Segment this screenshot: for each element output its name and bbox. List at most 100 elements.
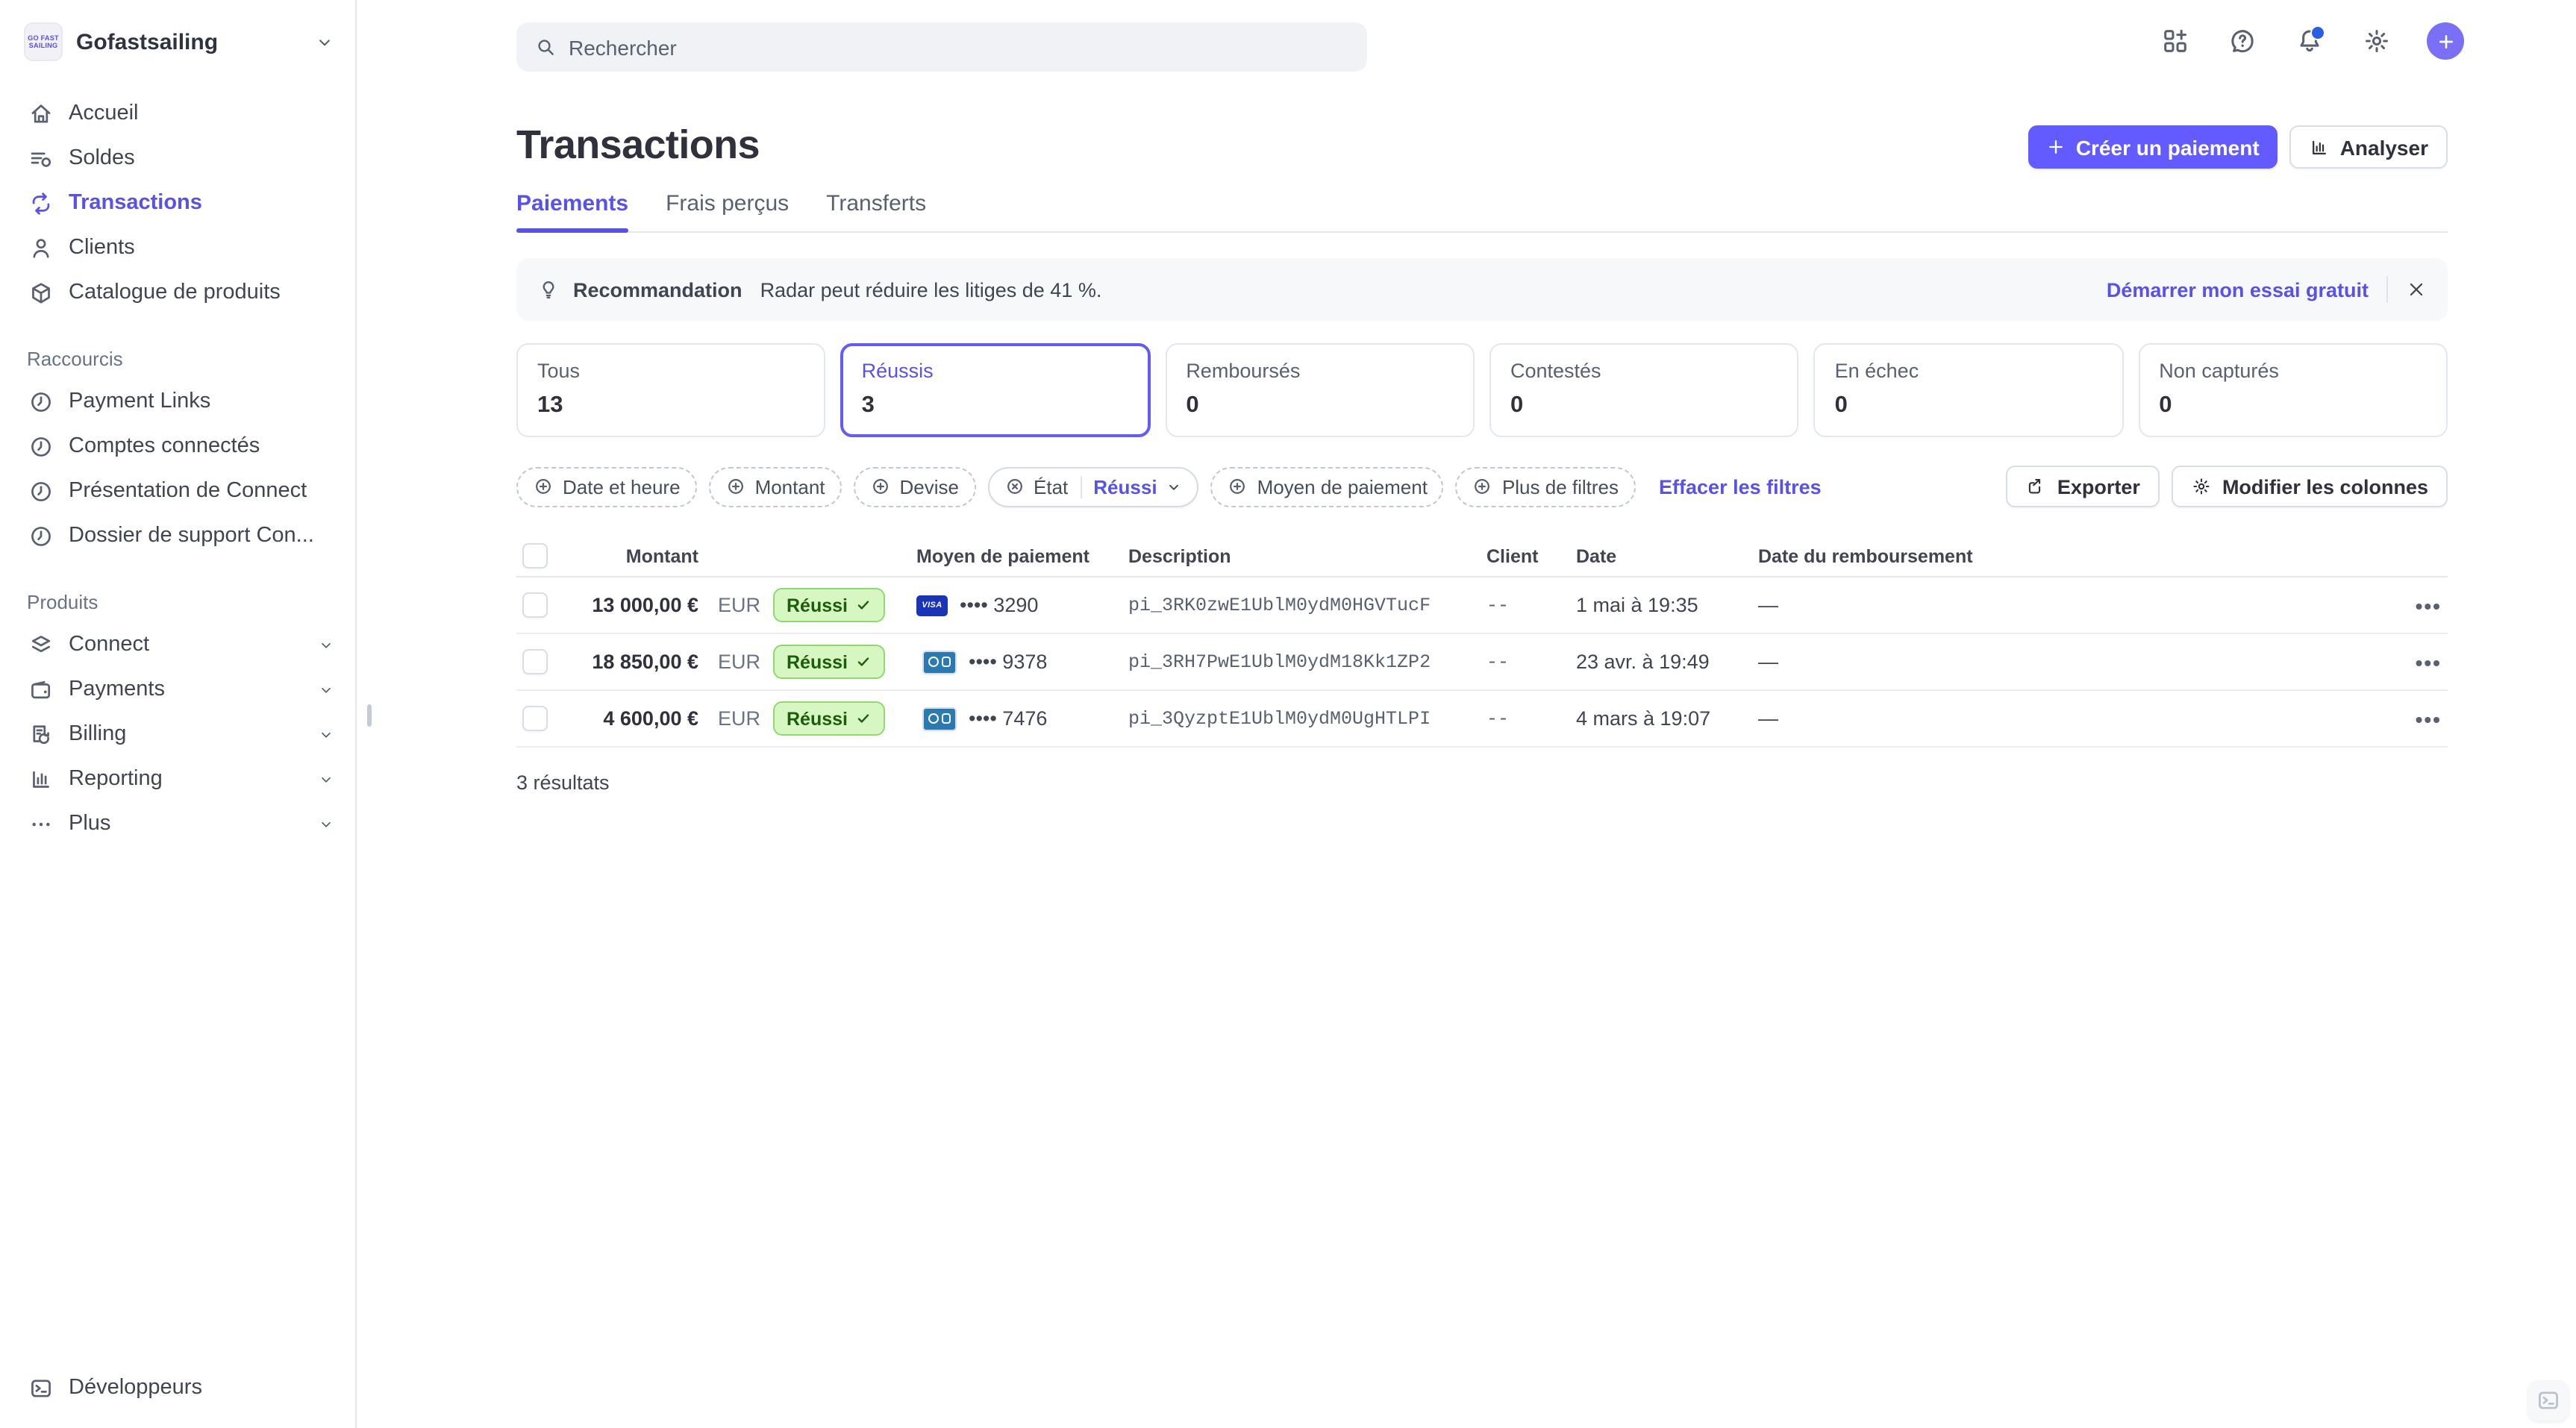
status-card-label: Non capturés (2159, 360, 2427, 382)
sidebar-item-plus[interactable]: Plus (0, 801, 355, 846)
sidebar-item-presentation-connect[interactable]: Présentation de Connect (0, 469, 355, 513)
description-cell: pi_3RK0zwE1UblM0ydM0HGVTucF (1128, 595, 1486, 616)
payments-table: Montant Moyen de paiement Description Cl… (516, 536, 2448, 748)
edit-columns-button[interactable]: Modifier les colonnes (2172, 466, 2448, 507)
tab-transferts[interactable]: Transferts (826, 191, 926, 231)
sidebar-item-label: Catalogue de produits (69, 281, 281, 304)
chevron-down-icon (318, 636, 334, 653)
create-new-button[interactable] (2427, 22, 2464, 60)
status-card-non-captures[interactable]: Non capturés 0 (2138, 343, 2448, 437)
status-card-reussis[interactable]: Réussis 3 (841, 343, 1151, 437)
sidebar-item-developpeurs[interactable]: Développeurs (0, 1365, 355, 1410)
column-header-date-remboursement[interactable]: Date du remboursement (1758, 545, 2394, 566)
column-header-moyen-paiement[interactable]: Moyen de paiement (916, 545, 1128, 566)
circle-plus-icon (725, 476, 746, 497)
chevron-down-icon (1166, 478, 1183, 495)
status-card-label: En échec (1835, 360, 2103, 382)
clock-icon (27, 523, 54, 548)
currency-cell: EUR (698, 594, 767, 616)
sidebar-item-label: Reporting (69, 767, 163, 791)
column-header-description[interactable]: Description (1128, 545, 1486, 566)
row-checkbox[interactable] (522, 649, 548, 674)
sidebar-item-dossier-support[interactable]: Dossier de support Con... (0, 513, 355, 558)
sidebar-item-clients[interactable]: Clients (0, 225, 355, 270)
settings-gear-icon[interactable] (2360, 25, 2392, 57)
account-switcher[interactable]: GO FAST SAILING Gofastsailing (0, 0, 355, 76)
filter-chip-value: Réussi (1093, 475, 1157, 498)
column-header-date[interactable]: Date (1576, 545, 1758, 566)
filter-chip-devise[interactable]: Devise (854, 466, 976, 507)
chevron-down-icon (315, 32, 334, 51)
filter-chip-date[interactable]: Date et heure (516, 466, 697, 507)
circle-plus-icon (1228, 476, 1248, 497)
sidebar-item-label: Billing (69, 722, 126, 746)
visa-card-icon: VISA (916, 595, 948, 616)
sidebar-item-payment-links[interactable]: Payment Links (0, 379, 355, 424)
description-cell: pi_3QyzptE1UblM0ydM0UgHTLPI (1128, 708, 1486, 729)
filter-chip-montant[interactable]: Montant (709, 466, 842, 507)
select-all-checkbox[interactable] (522, 543, 548, 569)
analyze-button[interactable]: Analyser (2289, 125, 2448, 169)
table-row[interactable]: 4 600,00 € EUR Réussi •••• 7476 pi_3Qyzp… (516, 691, 2448, 748)
circle-x-icon[interactable] (1004, 476, 1025, 497)
filter-chip-label: Moyen de paiement (1257, 475, 1428, 498)
chart-icon (2309, 137, 2330, 157)
row-checkbox[interactable] (522, 592, 548, 618)
wallet-icon (27, 677, 54, 702)
column-header-client[interactable]: Client (1486, 545, 1576, 566)
filter-chip-plus-filtres[interactable]: Plus de filtres (1456, 466, 1635, 507)
sidebar-item-accueil[interactable]: Accueil (0, 91, 355, 136)
sidebar-item-billing[interactable]: Billing (0, 712, 355, 757)
status-card-count: 0 (1835, 392, 2103, 419)
notification-dot (2310, 25, 2325, 40)
row-checkbox[interactable] (522, 706, 548, 731)
tabs: Paiements Frais perçus Transferts (516, 191, 2448, 233)
developer-console-button[interactable] (2528, 1380, 2569, 1421)
table-row[interactable]: 13 000,00 € EUR Réussi VISA•••• 3290 pi_… (516, 577, 2448, 634)
status-badge: Réussi (773, 701, 885, 736)
close-icon[interactable] (2406, 279, 2427, 300)
apps-icon[interactable] (2158, 25, 2191, 57)
sidebar-item-soldes[interactable]: Soldes (0, 136, 355, 181)
sidebar-item-transactions[interactable]: Transactions (0, 181, 355, 225)
help-icon[interactable] (2225, 25, 2258, 57)
layers-icon (27, 632, 54, 657)
filter-chip-etat[interactable]: État Réussi (987, 466, 1199, 507)
status-card-rembourses[interactable]: Remboursés 0 (1165, 343, 1475, 437)
column-header-montant[interactable]: Montant (561, 545, 698, 566)
person-icon (27, 235, 54, 260)
notifications-bell-icon[interactable] (2292, 25, 2325, 57)
status-card-en-echec[interactable]: En échec 0 (1814, 343, 2124, 437)
sidebar-item-comptes-connectes[interactable]: Comptes connectés (0, 424, 355, 469)
sidebar: GO FAST SAILING Gofastsailing Accueil So… (0, 0, 357, 1428)
client-cell: -- (1486, 708, 1576, 729)
export-button[interactable]: Exporter (2007, 466, 2160, 507)
sidebar-item-connect[interactable]: Connect (0, 622, 355, 667)
analyze-label: Analyser (2340, 135, 2428, 159)
banner-text: Radar peut réduire les litiges de 41 %. (760, 278, 1102, 301)
row-actions-menu[interactable]: ••• (2394, 593, 2448, 617)
scrollbar-thumb[interactable] (367, 704, 372, 727)
status-card-tous[interactable]: Tous 13 (516, 343, 826, 437)
filter-chip-moyen-paiement[interactable]: Moyen de paiement (1211, 466, 1444, 507)
create-payment-button[interactable]: Créer un paiement (2028, 125, 2278, 169)
start-trial-link[interactable]: Démarrer mon essai gratuit (2107, 278, 2369, 301)
edit-columns-label: Modifier les colonnes (2222, 475, 2428, 498)
status-card-contestes[interactable]: Contestés 0 (1489, 343, 1799, 437)
tab-paiements[interactable]: Paiements (516, 191, 628, 231)
clock-icon (27, 389, 54, 414)
row-actions-menu[interactable]: ••• (2394, 650, 2448, 674)
sidebar-item-reporting[interactable]: Reporting (0, 757, 355, 801)
table-row[interactable]: 18 850,00 € EUR Réussi •••• 9378 pi_3RH7… (516, 634, 2448, 691)
sidebar-item-payments[interactable]: Payments (0, 667, 355, 712)
clear-filters-link[interactable]: Effacer les filtres (1659, 475, 1822, 498)
client-cell: -- (1486, 595, 1576, 616)
tab-frais-percus[interactable]: Frais perçus (666, 191, 789, 231)
sidebar-nav: Accueil Soldes Transactions Clients Cata… (0, 76, 355, 846)
divider (1080, 475, 1081, 498)
row-actions-menu[interactable]: ••• (2394, 707, 2448, 730)
sidebar-item-label: Accueil (69, 101, 139, 125)
products-section-title: Produits (0, 558, 355, 622)
search-input[interactable]: Rechercher (516, 22, 1367, 72)
sidebar-item-catalogue[interactable]: Catalogue de produits (0, 270, 355, 315)
